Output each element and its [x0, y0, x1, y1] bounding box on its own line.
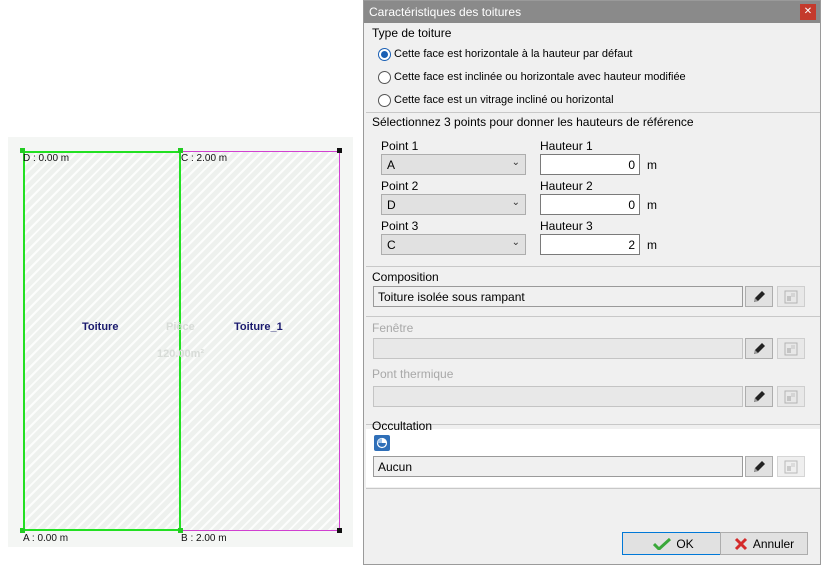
- point-label-b: B : 2.00 m: [181, 533, 227, 544]
- point-1-select[interactable]: A ⌄: [381, 154, 526, 175]
- edit-window-button[interactable]: [745, 338, 773, 359]
- library-icon: [784, 290, 798, 303]
- thermal-bridge-heading: Pont thermique: [372, 367, 454, 381]
- point-3-label: Point 3: [381, 219, 419, 233]
- point-2-select[interactable]: D ⌄: [381, 194, 526, 215]
- edit-composition-button[interactable]: [745, 286, 773, 307]
- cancel-button[interactable]: Annuler: [720, 532, 808, 555]
- window-library-button[interactable]: [777, 338, 805, 359]
- corner-handle-right-top[interactable]: [337, 148, 342, 153]
- height-2-unit: m: [647, 198, 657, 212]
- height-3-unit: m: [647, 238, 657, 252]
- checkmark-icon: [653, 537, 672, 550]
- pencil-icon: [754, 290, 765, 302]
- roof-type-option-default-height[interactable]: Cette face est horizontale à la hauteur …: [378, 46, 633, 62]
- library-icon: [784, 460, 798, 473]
- room-area: 120.00m²: [157, 348, 205, 360]
- library-icon: [784, 390, 798, 403]
- point-1-label: Point 1: [381, 139, 419, 153]
- roof-type-option-modified-height[interactable]: Cette face est inclinée ou horizontale a…: [378, 69, 686, 85]
- roof-properties-dialog: Caractéristiques des toitures ✕ Type de …: [363, 0, 821, 565]
- library-icon: [784, 342, 798, 355]
- chevron-down-icon: ⌄: [511, 237, 520, 248]
- occultation-field[interactable]: Aucun: [373, 456, 743, 477]
- height-3-input[interactable]: 2: [540, 234, 640, 255]
- point-2-label: Point 2: [381, 179, 419, 193]
- height-2-label: Hauteur 2: [540, 179, 593, 193]
- section-divider: [366, 266, 820, 267]
- section-divider: [366, 112, 820, 113]
- room-name: Pièce: [166, 321, 195, 333]
- section-divider: [366, 424, 820, 425]
- occultation-library-button[interactable]: [777, 456, 805, 477]
- radio-selected[interactable]: [378, 47, 391, 61]
- height-2-input[interactable]: 0: [540, 194, 640, 215]
- radio-unselected[interactable]: [378, 70, 391, 84]
- pencil-icon: [754, 460, 765, 472]
- height-3-label: Hauteur 3: [540, 219, 593, 233]
- roof-face-toiture[interactable]: [23, 151, 181, 531]
- composition-heading: Composition: [372, 270, 439, 284]
- pencil-icon: [754, 342, 765, 354]
- window-field[interactable]: [373, 338, 743, 359]
- composition-field[interactable]: Toiture isolée sous rampant: [373, 286, 743, 307]
- section-divider: [366, 488, 820, 489]
- close-icon: [734, 537, 747, 550]
- height-1-unit: m: [647, 158, 657, 172]
- edit-occultation-button[interactable]: [745, 456, 773, 477]
- close-icon[interactable]: ✕: [800, 4, 816, 20]
- roof-type-option-glazing[interactable]: Cette face est un vitrage incliné ou hor…: [378, 92, 614, 108]
- dialog-titlebar[interactable]: Caractéristiques des toitures ✕: [364, 1, 820, 23]
- chevron-down-icon: ⌄: [511, 157, 520, 168]
- radio-unselected[interactable]: [378, 93, 391, 107]
- thermal-bridge-library-button[interactable]: [777, 386, 805, 407]
- dialog-title: Caractéristiques des toitures: [369, 5, 522, 19]
- corner-handle-right-bottom[interactable]: [337, 528, 342, 533]
- point-3-select[interactable]: C ⌄: [381, 234, 526, 255]
- composition-library-button[interactable]: [777, 286, 805, 307]
- height-1-label: Hauteur 1: [540, 139, 593, 153]
- face-label-toiture: Toiture: [82, 321, 119, 333]
- thermal-bridge-field[interactable]: [373, 386, 743, 407]
- section-divider: [366, 316, 820, 317]
- edit-thermal-bridge-button[interactable]: [745, 386, 773, 407]
- height-1-input[interactable]: 0: [540, 154, 640, 175]
- ok-button[interactable]: OK: [622, 532, 725, 555]
- roof-type-heading: Type de toiture: [372, 26, 452, 40]
- roof-face-toiture-1[interactable]: [181, 151, 340, 531]
- window-heading: Fenêtre: [372, 321, 414, 335]
- point-label-d: D : 0.00 m: [23, 153, 70, 164]
- occultation-heading: Occultation: [372, 419, 433, 433]
- face-label-toiture-1: Toiture_1: [234, 321, 283, 333]
- point-label-a: A : 0.00 m: [23, 533, 69, 544]
- chevron-down-icon: ⌄: [511, 197, 520, 208]
- reference-points-heading: Sélectionnez 3 points pour donner les ha…: [372, 115, 694, 129]
- shutter-icon[interactable]: [374, 435, 390, 451]
- point-label-c: C : 2.00 m: [181, 153, 228, 164]
- pencil-icon: [754, 390, 765, 402]
